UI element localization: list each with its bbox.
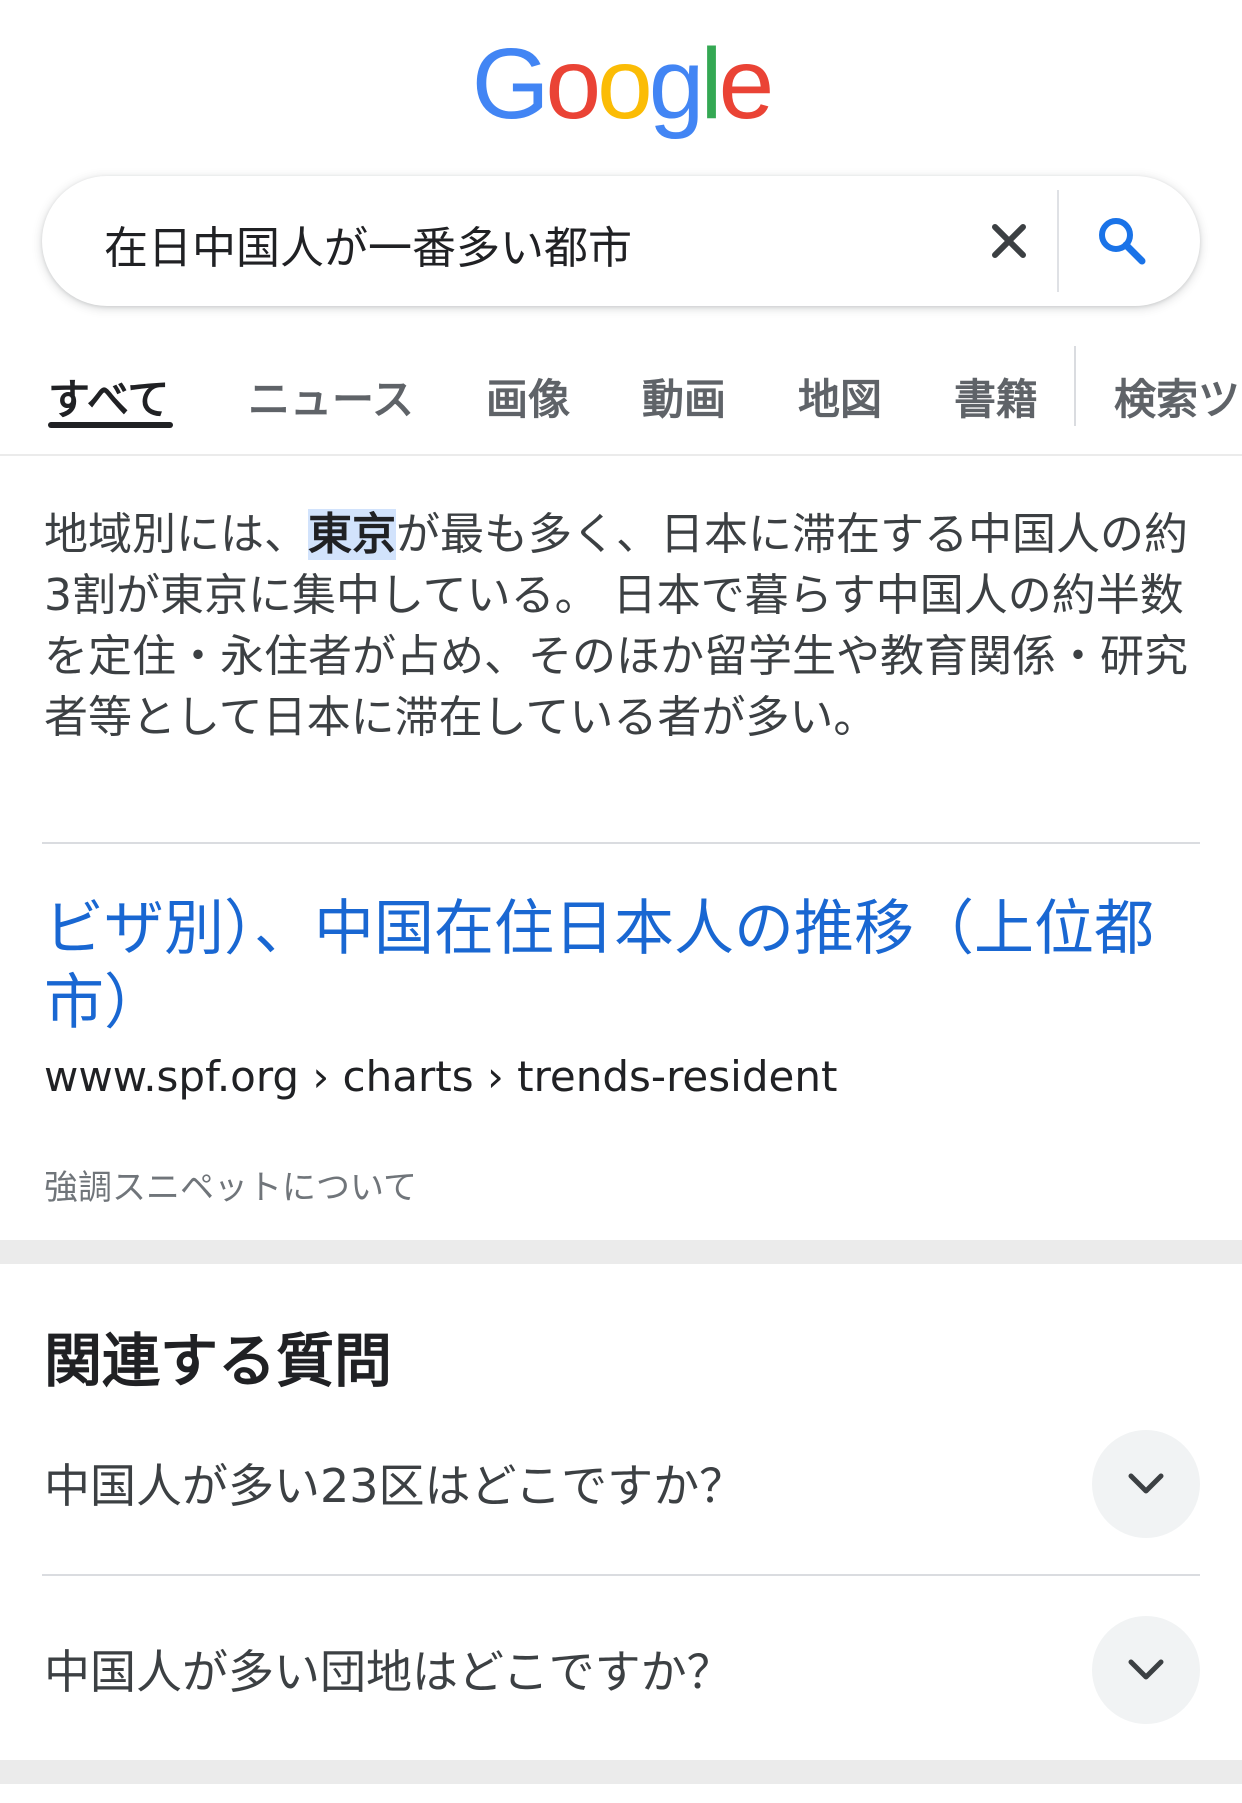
result-title-link[interactable]: ビザ別）、中国在住日本人の推移（上位都市）	[44, 892, 1204, 1040]
search-divider	[1057, 190, 1059, 292]
active-tab-indicator	[48, 422, 173, 428]
featured-snippet: 地域別には、東京が最も多く、日本に滞在する中国人の約3割が東京に集中している。 …	[44, 504, 1204, 748]
tab-search-tools[interactable]: 検索ツ	[1114, 366, 1240, 427]
tab-maps[interactable]: 地図	[798, 366, 882, 427]
related-questions-title: 関連する質問	[44, 1327, 393, 1395]
search-input[interactable]: 在日中国人が一番多い都市	[104, 212, 632, 276]
question-divider	[42, 1574, 1200, 1576]
close-icon	[992, 224, 1026, 258]
search-button[interactable]	[1082, 204, 1162, 278]
logo-letter: e	[718, 28, 775, 140]
logo-letter: l	[700, 28, 722, 140]
related-question-1[interactable]: 中国人が多い23区はどこですか？	[44, 1450, 745, 1516]
search-tabs: すべて ニュース 画像 動画 地図 書籍 検索ツ	[0, 346, 1242, 456]
tab-news[interactable]: ニュース	[248, 366, 414, 427]
expand-question-2-button[interactable]	[1092, 1616, 1200, 1724]
tab-images[interactable]: 画像	[486, 366, 570, 427]
section-separator	[0, 1240, 1242, 1264]
bottom-separator	[0, 1760, 1242, 1784]
tab-videos[interactable]: 動画	[642, 366, 726, 427]
chevron-down-icon	[1128, 1473, 1164, 1494]
expand-question-1-button[interactable]	[1092, 1430, 1200, 1538]
logo-letter: o	[545, 28, 602, 140]
google-logo[interactable]: Google	[0, 34, 1242, 134]
snippet-text-before: 地域別には、	[44, 509, 308, 560]
related-question-2[interactable]: 中国人が多い団地はどこですか？	[44, 1636, 733, 1702]
snippet-highlight: 東京	[308, 509, 396, 560]
result-url[interactable]: www.spf.org › charts › trends-resident	[44, 1052, 837, 1101]
chevron-down-icon	[1128, 1659, 1164, 1680]
about-featured-snippet-link[interactable]: 強調スニペットについて	[44, 1160, 417, 1209]
tab-all[interactable]: すべて	[48, 366, 169, 427]
tab-separator	[1074, 346, 1076, 426]
logo-letter: g	[648, 28, 705, 140]
search-icon	[1099, 218, 1146, 265]
snippet-divider	[42, 842, 1200, 844]
search-box[interactable]: 在日中国人が一番多い都市	[42, 176, 1200, 306]
logo-letter: o	[597, 28, 653, 140]
clear-search-button[interactable]	[972, 204, 1046, 278]
tab-books[interactable]: 書籍	[954, 366, 1038, 427]
logo-letter: G	[471, 28, 550, 140]
